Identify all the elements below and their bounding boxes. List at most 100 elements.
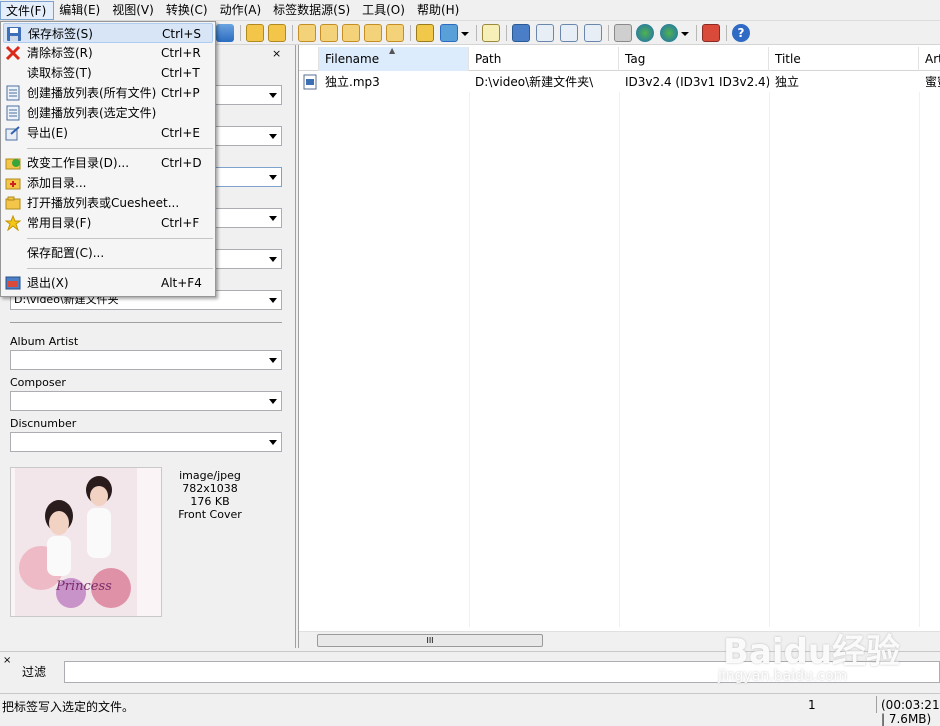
cell-title: 独立 — [775, 75, 800, 89]
menu-item-read-tags[interactable]: 读取标签(T) Ctrl+T — [3, 63, 213, 83]
table-row[interactable]: 独立.mp3 D:\video\新建文件夹\ ID3v2.4 (ID3v1 ID… — [299, 72, 940, 92]
menu-item-label: 导出(E) — [27, 126, 68, 140]
toolbar: ? — [210, 21, 940, 45]
folder-up-icon[interactable] — [268, 24, 286, 42]
folder-icon[interactable] — [246, 24, 264, 42]
convert-text-icon[interactable] — [342, 24, 360, 42]
header-path[interactable]: Path — [469, 47, 619, 71]
menu-view[interactable]: 视图(V) — [107, 1, 161, 20]
menu-item-label: 打开播放列表或Cuesheet... — [27, 196, 180, 210]
playlist-selected-icon[interactable] — [560, 24, 578, 42]
status-duration-size: (00:03:21 | 7.6MB) — [881, 698, 940, 726]
menu-item-change-directory[interactable]: 改变工作目录(D)... Ctrl+D — [3, 153, 213, 173]
menu-item-label: 改变工作目录(D)... — [27, 156, 130, 170]
globe-icon[interactable] — [636, 24, 654, 42]
menu-item-open-playlist[interactable]: 打开播放列表或Cuesheet... — [3, 193, 213, 213]
folder-add-icon — [5, 175, 21, 191]
chevron-down-icon[interactable] — [269, 257, 277, 262]
menu-tools[interactable]: 工具(O) — [357, 1, 412, 20]
scrollbar-thumb[interactable]: III — [317, 634, 543, 647]
composer-combo[interactable] — [10, 391, 282, 411]
tools-settings-icon[interactable] — [702, 24, 720, 42]
convert-filename-icon[interactable] — [320, 24, 338, 42]
menu-item-label: 退出(X) — [27, 276, 69, 290]
header-title[interactable]: Title — [769, 47, 919, 71]
star-icon — [4, 214, 22, 232]
chevron-down-icon[interactable] — [269, 440, 277, 445]
watermark-url: jingyan.baidu.com — [718, 668, 848, 684]
toolbar-separator — [696, 25, 697, 41]
menu-edit[interactable]: 编辑(E) — [54, 1, 107, 20]
cell-filename: 独立.mp3 — [325, 75, 380, 89]
chevron-down-icon[interactable] — [269, 175, 277, 180]
menu-action[interactable]: 动作(A) — [215, 1, 269, 20]
menu-file[interactable]: 文件(F) — [0, 0, 55, 20]
list-header: ▲ Filename Path Tag Title Art — [299, 47, 940, 71]
menu-item-playlist-all[interactable]: 创建播放列表(所有文件) Ctrl+P — [3, 83, 213, 103]
refresh-icon[interactable] — [216, 24, 234, 42]
edit-note-icon[interactable] — [482, 24, 500, 42]
cover-type: Front Cover — [178, 508, 242, 521]
convert-tag-tag-icon[interactable] — [364, 24, 382, 42]
chevron-down-icon[interactable] — [269, 358, 277, 363]
cover-mime: image/jpeg — [179, 469, 241, 482]
menu-item-label: 保存配置(C)... — [27, 246, 105, 260]
header-artist[interactable]: Art — [919, 47, 940, 71]
header-tag[interactable]: Tag — [619, 47, 769, 71]
folder-check-icon — [5, 155, 21, 171]
close-icon[interactable]: × — [272, 47, 281, 60]
menu-item-shortcut: Ctrl+D — [161, 156, 202, 170]
convert-folder-icon[interactable] — [386, 24, 404, 42]
menu-item-save-config[interactable]: 保存配置(C)... — [3, 243, 213, 263]
help-icon[interactable]: ? — [732, 24, 750, 42]
menu-item-label: 读取标签(T) — [27, 66, 92, 80]
header-artist-label: Art — [925, 52, 940, 66]
discnumber-label: Discnumber — [10, 417, 77, 430]
album-artist-field[interactable]: Album Artist — [10, 335, 282, 370]
chevron-down-icon[interactable] — [269, 93, 277, 98]
menu-separator — [27, 148, 213, 149]
menu-help[interactable]: 帮助(H) — [412, 1, 466, 20]
menu-tag-sources[interactable]: 标签数据源(S) — [268, 1, 357, 20]
status-divider — [876, 696, 877, 713]
cover-art[interactable]: Princess — [10, 467, 162, 617]
header-filename[interactable]: ▲ Filename — [319, 47, 469, 71]
chevron-down-icon[interactable] — [269, 298, 277, 303]
chevron-down-icon[interactable] — [269, 399, 277, 404]
menu-item-exit[interactable]: 退出(X) Alt+F4 — [3, 273, 213, 293]
menu-item-shortcut: Ctrl+F — [161, 216, 200, 230]
menu-item-export[interactable]: 导出(E) Ctrl+E — [3, 123, 213, 143]
menu-item-label: 添加目录... — [27, 176, 87, 190]
toolbar-separator — [240, 25, 241, 41]
chevron-down-icon[interactable] — [680, 24, 690, 42]
discnumber-field[interactable]: Discnumber — [10, 417, 282, 452]
menu-convert[interactable]: 转换(C) — [161, 1, 215, 20]
header-icon-col — [299, 47, 319, 71]
export-icon[interactable] — [512, 24, 530, 42]
autonumber-icon[interactable] — [584, 24, 602, 42]
cover-info: image/jpeg 782x1038 176 KB Front Cover — [170, 469, 250, 521]
replace-icon[interactable] — [440, 24, 458, 42]
playlist-icon[interactable] — [536, 24, 554, 42]
album-artist-combo[interactable] — [10, 350, 282, 370]
printer-icon[interactable] — [614, 24, 632, 42]
composer-field[interactable]: Composer — [10, 376, 282, 411]
exit-icon — [5, 275, 21, 291]
menu-item-label: 保存标签(S) — [28, 27, 93, 41]
web-source-icon[interactable] — [660, 24, 678, 42]
cell-path: D:\video\新建文件夹\ — [475, 75, 594, 89]
menu-item-remove-tags[interactable]: 清除标签(R) Ctrl+R — [3, 43, 213, 63]
menu-item-favorite-directory[interactable]: 常用目录(F) Ctrl+F — [3, 213, 213, 233]
file-menu-dropdown: 保存标签(S) Ctrl+S 清除标签(R) Ctrl+R 读取标签(T) Ct… — [0, 21, 216, 297]
menu-item-save-tags[interactable]: 保存标签(S) Ctrl+S — [3, 23, 213, 43]
close-icon[interactable]: × — [3, 655, 11, 666]
menu-item-add-directory[interactable]: 添加目录... — [3, 173, 213, 193]
chevron-down-icon[interactable] — [460, 24, 470, 42]
menu-item-shortcut: Ctrl+E — [161, 126, 200, 140]
case-convert-icon[interactable] — [416, 24, 434, 42]
discnumber-combo[interactable] — [10, 432, 282, 452]
chevron-down-icon[interactable] — [269, 216, 277, 221]
convert-tag-icon[interactable] — [298, 24, 316, 42]
menu-item-playlist-selected[interactable]: 创建播放列表(选定文件) — [3, 103, 213, 123]
chevron-down-icon[interactable] — [269, 134, 277, 139]
